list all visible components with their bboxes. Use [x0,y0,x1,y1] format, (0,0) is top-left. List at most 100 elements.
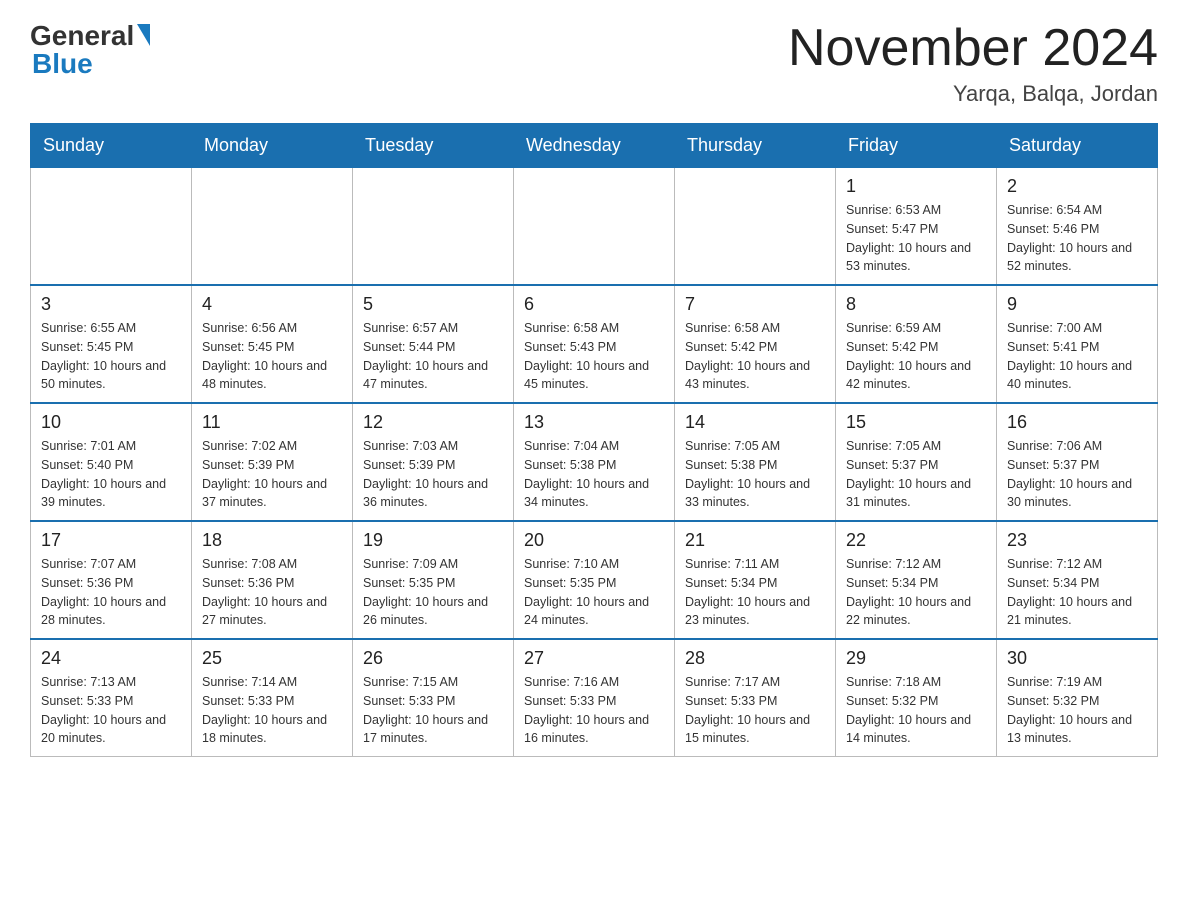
calendar-day-cell: 11 Sunrise: 7:02 AMSunset: 5:39 PMDayligh… [192,403,353,521]
day-number: 29 [846,648,986,669]
calendar-day-cell: 9 Sunrise: 7:00 AMSunset: 5:41 PMDaylight… [997,285,1158,403]
calendar-day-cell [675,167,836,285]
calendar-header-row: SundayMondayTuesdayWednesdayThursdayFrid… [31,124,1158,167]
day-info: Sunrise: 7:08 AMSunset: 5:36 PMDaylight:… [202,555,342,630]
day-info: Sunrise: 7:13 AMSunset: 5:33 PMDaylight:… [41,673,181,748]
day-number: 17 [41,530,181,551]
calendar-day-cell [353,167,514,285]
day-info: Sunrise: 7:03 AMSunset: 5:39 PMDaylight:… [363,437,503,512]
day-number: 20 [524,530,664,551]
day-number: 18 [202,530,342,551]
calendar-day-cell: 18 Sunrise: 7:08 AMSunset: 5:36 PMDayligh… [192,521,353,639]
day-info: Sunrise: 7:12 AMSunset: 5:34 PMDaylight:… [846,555,986,630]
calendar-day-cell: 2 Sunrise: 6:54 AMSunset: 5:46 PMDaylight… [997,167,1158,285]
day-info: Sunrise: 7:01 AMSunset: 5:40 PMDaylight:… [41,437,181,512]
day-of-week-header: Saturday [997,124,1158,167]
calendar-day-cell: 10 Sunrise: 7:01 AMSunset: 5:40 PMDayligh… [31,403,192,521]
day-of-week-header: Tuesday [353,124,514,167]
day-info: Sunrise: 7:04 AMSunset: 5:38 PMDaylight:… [524,437,664,512]
calendar-day-cell: 13 Sunrise: 7:04 AMSunset: 5:38 PMDayligh… [514,403,675,521]
calendar-day-cell: 26Sunrise: 7:15 AMSunset: 5:33 PMDayligh… [353,639,514,757]
day-info: Sunrise: 6:55 AMSunset: 5:45 PMDaylight:… [41,319,181,394]
day-info: Sunrise: 6:53 AMSunset: 5:47 PMDaylight:… [846,201,986,276]
calendar-day-cell [31,167,192,285]
logo-blue-text: Blue [32,48,93,80]
calendar-week-row: 10 Sunrise: 7:01 AMSunset: 5:40 PMDayligh… [31,403,1158,521]
day-info: Sunrise: 6:56 AMSunset: 5:45 PMDaylight:… [202,319,342,394]
day-number: 15 [846,412,986,433]
calendar-day-cell: 24Sunrise: 7:13 AMSunset: 5:33 PMDayligh… [31,639,192,757]
calendar-day-cell: 4 Sunrise: 6:56 AMSunset: 5:45 PMDaylight… [192,285,353,403]
day-of-week-header: Friday [836,124,997,167]
logo-triangle-icon [137,24,150,46]
day-of-week-header: Thursday [675,124,836,167]
title-area: November 2024 Yarqa, Balqa, Jordan [788,20,1158,107]
day-number: 4 [202,294,342,315]
day-info: Sunrise: 7:00 AMSunset: 5:41 PMDaylight:… [1007,319,1147,394]
logo: General Blue [30,20,150,80]
header: General Blue November 2024 Yarqa, Balqa,… [30,20,1158,107]
day-number: 12 [363,412,503,433]
day-info: Sunrise: 7:10 AMSunset: 5:35 PMDaylight:… [524,555,664,630]
day-info: Sunrise: 7:16 AMSunset: 5:33 PMDaylight:… [524,673,664,748]
calendar-week-row: 17 Sunrise: 7:07 AMSunset: 5:36 PMDayligh… [31,521,1158,639]
day-number: 28 [685,648,825,669]
location: Yarqa, Balqa, Jordan [788,81,1158,107]
day-number: 1 [846,176,986,197]
day-info: Sunrise: 7:14 AMSunset: 5:33 PMDaylight:… [202,673,342,748]
calendar-table: SundayMondayTuesdayWednesdayThursdayFrid… [30,123,1158,757]
calendar-day-cell: 12 Sunrise: 7:03 AMSunset: 5:39 PMDayligh… [353,403,514,521]
day-info: Sunrise: 6:59 AMSunset: 5:42 PMDaylight:… [846,319,986,394]
day-info: Sunrise: 7:17 AMSunset: 5:33 PMDaylight:… [685,673,825,748]
day-info: Sunrise: 7:19 AMSunset: 5:32 PMDaylight:… [1007,673,1147,748]
calendar-day-cell: 17 Sunrise: 7:07 AMSunset: 5:36 PMDayligh… [31,521,192,639]
day-number: 10 [41,412,181,433]
day-info: Sunrise: 7:09 AMSunset: 5:35 PMDaylight:… [363,555,503,630]
day-number: 21 [685,530,825,551]
day-number: 14 [685,412,825,433]
calendar-day-cell: 20 Sunrise: 7:10 AMSunset: 5:35 PMDayligh… [514,521,675,639]
calendar-day-cell: 8 Sunrise: 6:59 AMSunset: 5:42 PMDaylight… [836,285,997,403]
day-number: 25 [202,648,342,669]
day-info: Sunrise: 6:58 AMSunset: 5:43 PMDaylight:… [524,319,664,394]
calendar-day-cell [192,167,353,285]
day-number: 5 [363,294,503,315]
calendar-day-cell: 28 Sunrise: 7:17 AMSunset: 5:33 PMDayligh… [675,639,836,757]
day-number: 11 [202,412,342,433]
calendar-day-cell: 19 Sunrise: 7:09 AMSunset: 5:35 PMDayligh… [353,521,514,639]
day-info: Sunrise: 7:05 AMSunset: 5:37 PMDaylight:… [846,437,986,512]
day-number: 6 [524,294,664,315]
calendar-day-cell: 25 Sunrise: 7:14 AMSunset: 5:33 PMDayligh… [192,639,353,757]
day-number: 26 [363,648,503,669]
day-of-week-header: Wednesday [514,124,675,167]
month-title: November 2024 [788,20,1158,77]
calendar-day-cell: 3 Sunrise: 6:55 AMSunset: 5:45 PMDaylight… [31,285,192,403]
day-info: Sunrise: 7:07 AMSunset: 5:36 PMDaylight:… [41,555,181,630]
day-number: 23 [1007,530,1147,551]
day-info: Sunrise: 7:11 AMSunset: 5:34 PMDaylight:… [685,555,825,630]
calendar-day-cell: 30 Sunrise: 7:19 AMSunset: 5:32 PMDayligh… [997,639,1158,757]
calendar-day-cell: 1 Sunrise: 6:53 AMSunset: 5:47 PMDaylight… [836,167,997,285]
calendar-day-cell: 14Sunrise: 7:05 AMSunset: 5:38 PMDayligh… [675,403,836,521]
day-number: 2 [1007,176,1147,197]
calendar-week-row: 3 Sunrise: 6:55 AMSunset: 5:45 PMDaylight… [31,285,1158,403]
day-info: Sunrise: 6:54 AMSunset: 5:46 PMDaylight:… [1007,201,1147,276]
calendar-day-cell: 7Sunrise: 6:58 AMSunset: 5:42 PMDaylight… [675,285,836,403]
day-number: 30 [1007,648,1147,669]
calendar-day-cell: 15 Sunrise: 7:05 AMSunset: 5:37 PMDayligh… [836,403,997,521]
calendar-day-cell: 27Sunrise: 7:16 AMSunset: 5:33 PMDayligh… [514,639,675,757]
day-number: 13 [524,412,664,433]
day-number: 19 [363,530,503,551]
calendar-day-cell: 6 Sunrise: 6:58 AMSunset: 5:43 PMDaylight… [514,285,675,403]
calendar-week-row: 1 Sunrise: 6:53 AMSunset: 5:47 PMDaylight… [31,167,1158,285]
day-number: 3 [41,294,181,315]
calendar-day-cell: 23 Sunrise: 7:12 AMSunset: 5:34 PMDayligh… [997,521,1158,639]
day-info: Sunrise: 7:02 AMSunset: 5:39 PMDaylight:… [202,437,342,512]
calendar-day-cell: 16Sunrise: 7:06 AMSunset: 5:37 PMDayligh… [997,403,1158,521]
day-info: Sunrise: 7:06 AMSunset: 5:37 PMDaylight:… [1007,437,1147,512]
calendar-day-cell: 5Sunrise: 6:57 AMSunset: 5:44 PMDaylight… [353,285,514,403]
day-number: 8 [846,294,986,315]
day-of-week-header: Monday [192,124,353,167]
day-number: 9 [1007,294,1147,315]
day-info: Sunrise: 7:12 AMSunset: 5:34 PMDaylight:… [1007,555,1147,630]
